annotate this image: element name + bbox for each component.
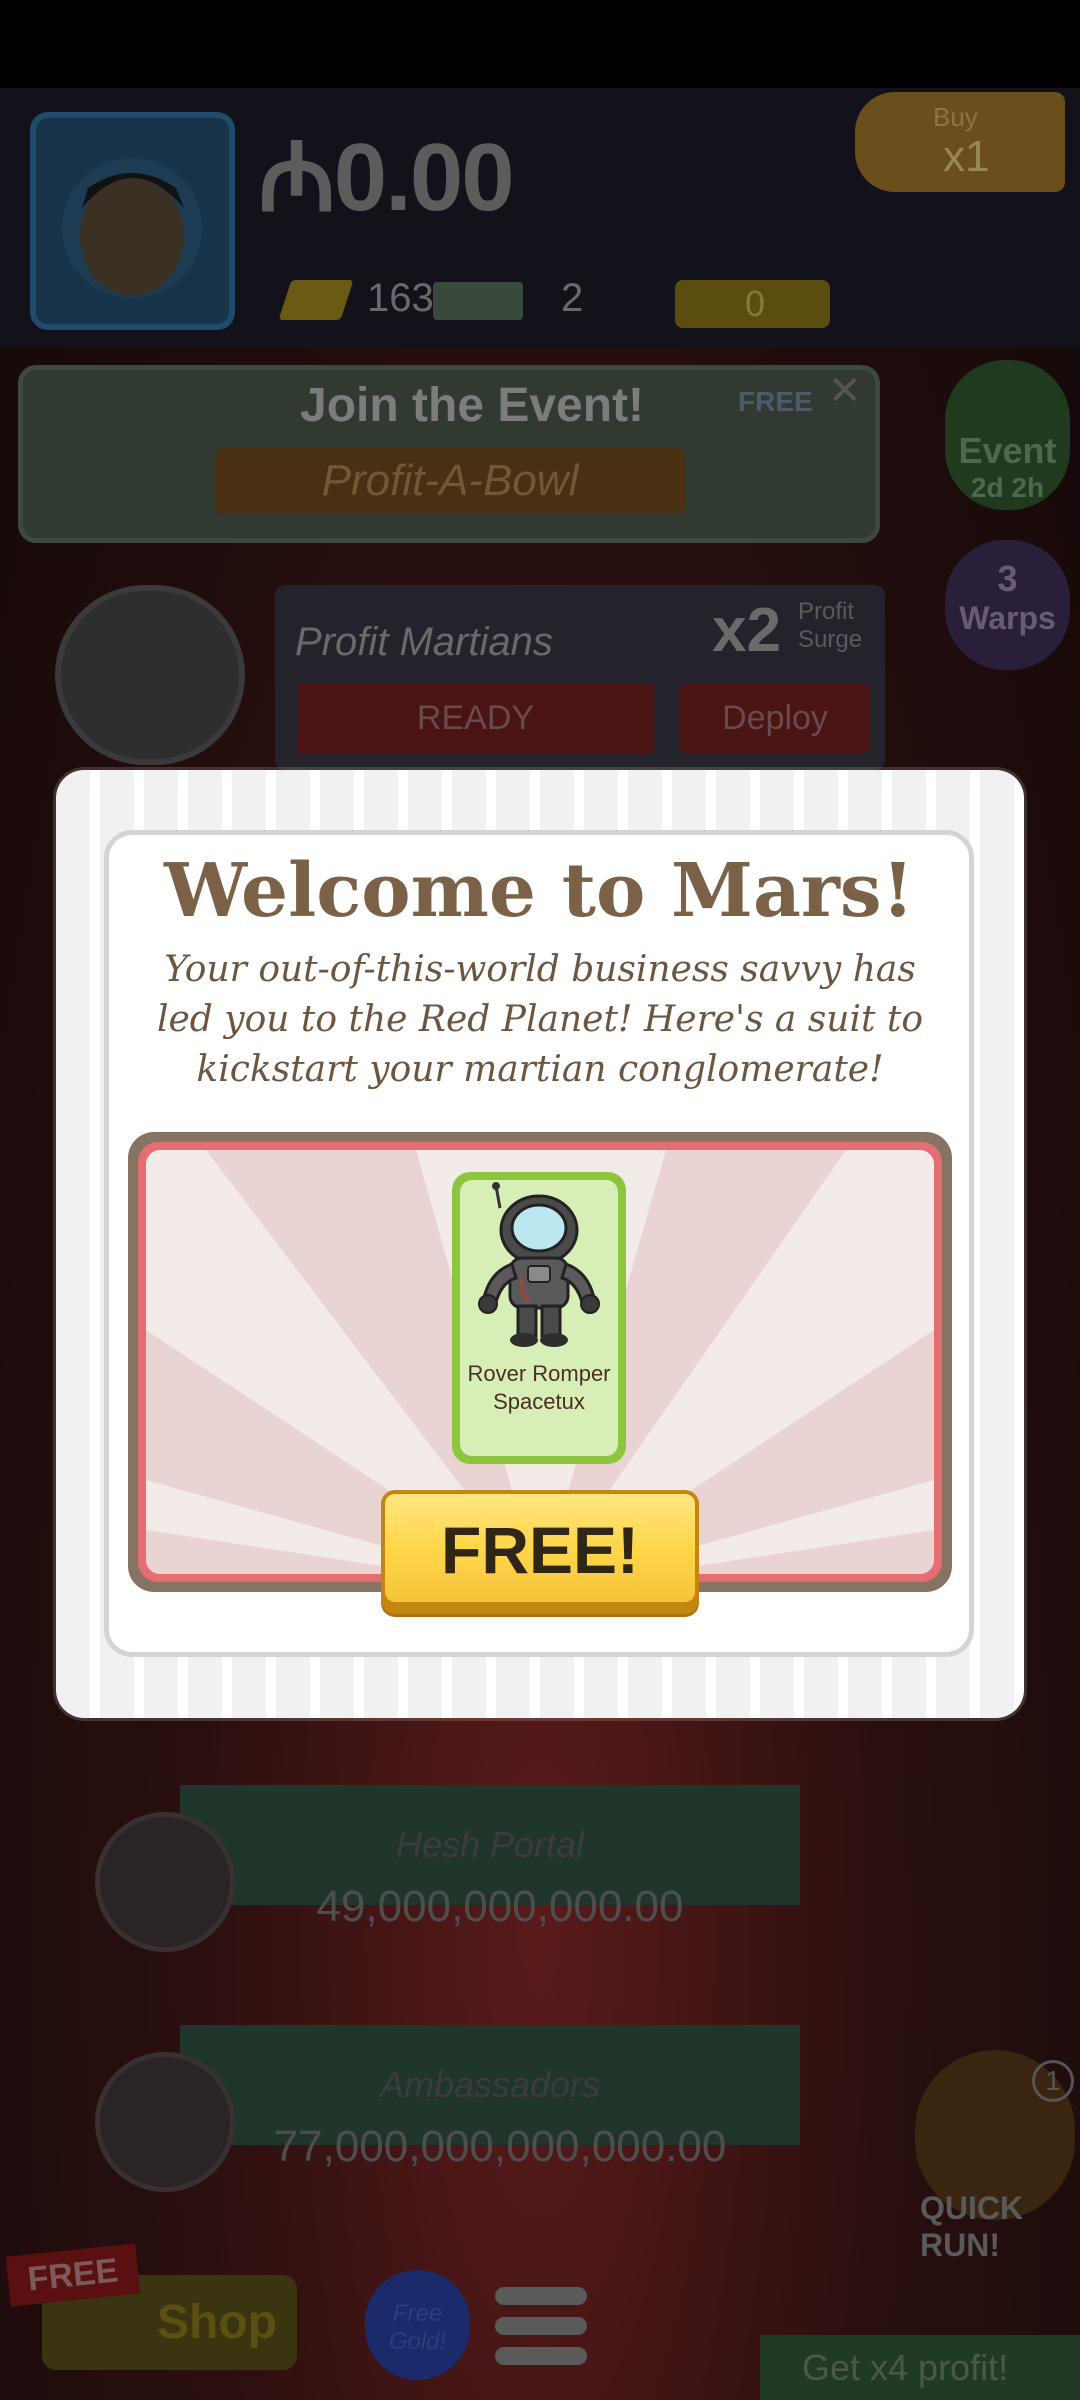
ticket-count: 2 (561, 276, 584, 320)
reward-item-name: Rover Romper Spacetux (467, 1361, 611, 1414)
warps-label: Warps (959, 600, 1056, 636)
currency-row: 163 2 (278, 272, 615, 332)
buy-label: Buy (933, 102, 978, 132)
event-side-button[interactable]: Event 2d 2h (945, 360, 1070, 510)
event-side-timer: 2d 2h (970, 472, 1045, 503)
event-title: Join the Event! (300, 379, 645, 432)
business-name: Ambassadors (379, 2064, 601, 2105)
event-side-label: Event (958, 430, 1057, 471)
reward-item-card-inner: Rover Romper Spacetux (460, 1180, 618, 1456)
gold-count: 163 (367, 276, 434, 320)
ticket-icon (433, 282, 523, 320)
business-value: 49,000,000,000.00 (316, 1882, 684, 1931)
event-free-badge: FREE (738, 386, 813, 417)
dialog-title: Welcome to Mars! (163, 848, 915, 934)
megabucks-counter[interactable]: 0 (675, 280, 830, 328)
business-name: Hesh Portal (395, 1824, 585, 1865)
ambassadors-icon[interactable] (95, 2052, 235, 2192)
astronaut-suit-icon (478, 1182, 600, 1347)
profit-multiplier: x2 (712, 596, 781, 665)
event-close-icon[interactable]: ✕ (828, 368, 862, 414)
free-gold-button[interactable]: Free Gold! (365, 2270, 470, 2380)
profit-martians-title: Profit Martians (295, 620, 553, 664)
quick-run-badge: 1 (1032, 2060, 1074, 2102)
capitalist-avatar-icon (62, 158, 202, 298)
cash-balance: ₼0.00 (258, 124, 515, 231)
x4-profit-label: Get x4 profit! (802, 2347, 1009, 2388)
reward-item-card: Rover Romper Spacetux (452, 1172, 626, 1464)
profit-ready-status: READY (298, 683, 653, 753)
shop-label: Shop (157, 2296, 277, 2349)
warps-side-button[interactable]: 3 Warps (945, 540, 1070, 670)
profit-martians-ufo-icon[interactable] (55, 585, 245, 765)
claim-free-button[interactable]: FREE! (381, 1490, 699, 1614)
x4-profit-banner[interactable]: Get x4 profit! (760, 2335, 1080, 2400)
status-bar (0, 0, 1080, 88)
deploy-button[interactable]: Deploy (680, 683, 870, 753)
hesh-portal-icon[interactable] (95, 1812, 235, 1952)
claim-free-label: FREE! (441, 1513, 639, 1587)
warps-count: 3 (997, 558, 1018, 599)
event-subtitle: Profit-A-Bowl (215, 448, 685, 514)
claim-free-button-face: FREE! (385, 1494, 695, 1602)
buy-multiplier-button[interactable]: Buy x1 (855, 92, 1065, 192)
gold-icon (278, 280, 354, 320)
quick-run-label: QUICK RUN! (920, 2190, 1024, 2263)
profit-surge-label: Profit Surge (798, 598, 863, 653)
buy-multiplier: x1 (943, 132, 990, 181)
player-avatar[interactable] (30, 112, 235, 330)
dialog-message: Your out-of-this-world business savvy ha… (156, 949, 924, 1090)
menu-icon[interactable] (495, 2287, 587, 2377)
business-value: 77,000,000,000,000.00 (273, 2122, 727, 2171)
